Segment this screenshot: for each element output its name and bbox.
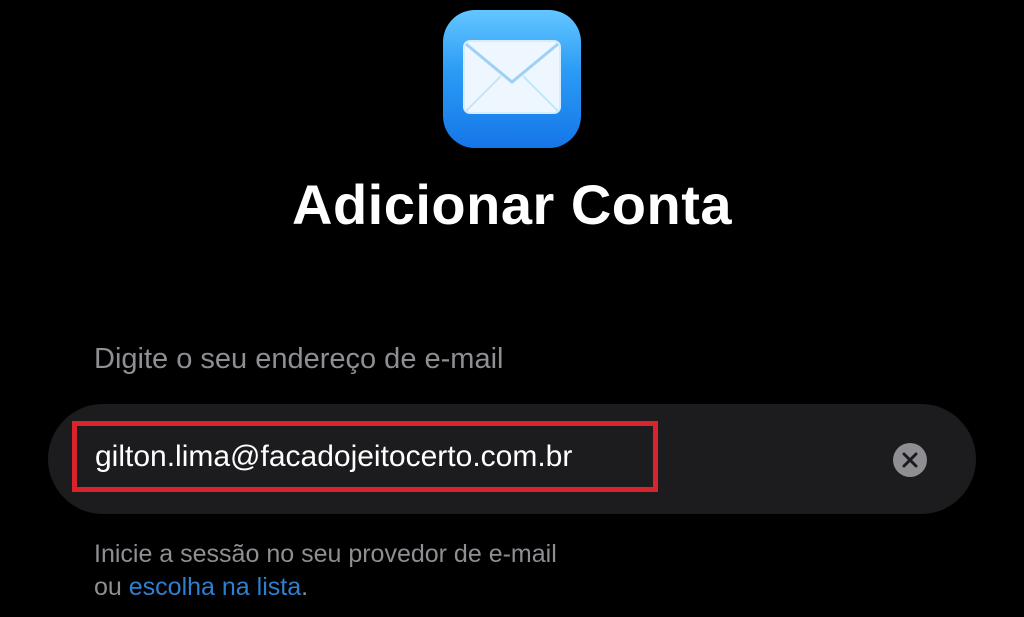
choose-from-list-link[interactable]: escolha na lista (129, 573, 301, 601)
hint-line-1: Inicie a sessão no seu provedor de e-mai… (94, 540, 557, 568)
hint-line-2: ou escolha na lista. (94, 571, 894, 604)
page-title: Adicionar Conta (292, 173, 732, 236)
mail-icon (443, 10, 581, 148)
email-input[interactable] (72, 421, 658, 492)
provider-hint: Inicie a sessão no seu provedor de e-mai… (94, 538, 894, 604)
add-account-screen: Adicionar Conta Digite o seu endereço de… (0, 0, 1024, 617)
email-prompt-label: Digite o seu endereço de e-mail (94, 343, 504, 375)
hint-prefix: ou (94, 573, 122, 601)
clear-icon[interactable] (893, 443, 927, 477)
hint-suffix: . (301, 573, 309, 601)
